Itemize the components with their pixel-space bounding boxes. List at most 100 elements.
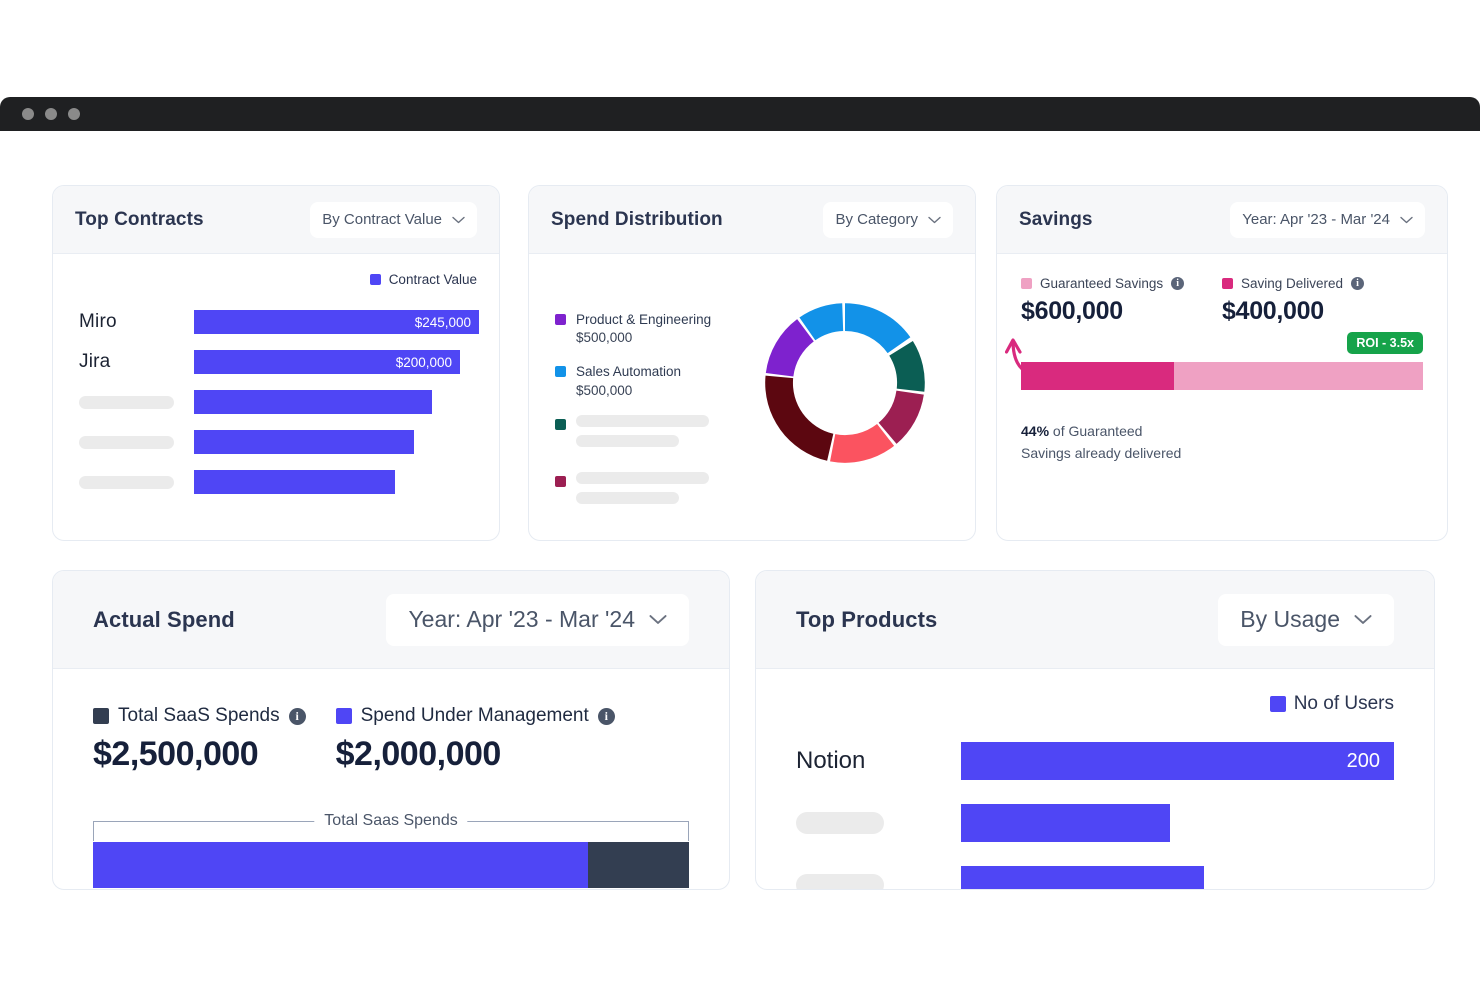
- top-contracts-filter-label: By Contract Value: [322, 211, 442, 228]
- donut-slice-3: [889, 341, 925, 392]
- actual-spend-title: Actual Spend: [93, 606, 235, 632]
- contract-bar: $245,000: [194, 310, 479, 334]
- product-bar: [961, 804, 1170, 842]
- table-row: [79, 429, 479, 455]
- top-products-filter-select[interactable]: By Usage: [1218, 593, 1394, 646]
- actual-spend-period-select[interactable]: Year: Apr '23 - Mar '24: [386, 593, 689, 646]
- savings-header: Savings Year: Apr '23 - Mar '24: [997, 186, 1447, 254]
- savings-body: Guaranteed Savings i $600,000 Saving Del…: [997, 254, 1447, 465]
- spend-distribution-filter-select[interactable]: By Category: [823, 201, 953, 238]
- legend-swatch-icon: [1222, 278, 1233, 289]
- actual-spend-body: Total SaaS Spends i $2,500,000 Spend Und…: [53, 669, 729, 888]
- chevron-down-icon: [452, 216, 465, 224]
- legend-swatch-icon: [1021, 278, 1032, 289]
- list-item: Sales Automation $500,000: [555, 362, 733, 398]
- list-item: [796, 803, 1394, 843]
- top-products-filter-label: By Usage: [1240, 606, 1340, 632]
- spend-distribution-card: Spend Distribution By Category Product &…: [528, 185, 976, 541]
- table-row: Jira $200,000: [79, 349, 479, 375]
- product-bar: 200: [961, 742, 1394, 780]
- info-icon[interactable]: i: [288, 707, 306, 725]
- chevron-down-icon: [928, 216, 941, 224]
- total-saas-spends-segment: [587, 842, 689, 888]
- contract-name: Jira: [79, 351, 111, 372]
- legend-swatch-icon: [93, 708, 109, 724]
- spend-under-management-label: Spend Under Management: [360, 705, 589, 726]
- top-contracts-legend-label: Contract Value: [388, 272, 477, 287]
- spend-distribution-title: Spend Distribution: [551, 208, 723, 230]
- category-amount: $500,000: [576, 382, 633, 398]
- app-screenshot: Top Contracts By Contract Value Contract…: [0, 0, 1480, 987]
- savings-card: Savings Year: Apr '23 - Mar '24 Guarante…: [996, 185, 1448, 541]
- callout-arrow-icon: [1005, 338, 1047, 377]
- legend-swatch-icon: [555, 418, 566, 430]
- table-row: Miro $245,000: [79, 309, 479, 335]
- list-item: [555, 471, 733, 512]
- top-contracts-title: Top Contracts: [75, 208, 204, 230]
- category-name: Sales Automation: [576, 364, 682, 380]
- contract-name-placeholder: [79, 395, 194, 409]
- donut-slice-6: [765, 375, 834, 461]
- savings-note-line2: Savings already delivered: [1021, 445, 1182, 462]
- close-dot-icon[interactable]: [22, 108, 34, 120]
- product-name-placeholder: [796, 874, 961, 889]
- top-contracts-filter-select[interactable]: By Contract Value: [310, 201, 477, 238]
- contract-bar: $200,000: [194, 350, 460, 374]
- chevron-down-icon: [1400, 216, 1413, 224]
- saving-delivered-label: Saving Delivered: [1241, 276, 1344, 291]
- traffic-lights: [22, 108, 80, 120]
- legend-swatch-icon: [369, 274, 381, 285]
- info-icon[interactable]: i: [1351, 277, 1365, 290]
- product-name-placeholder: [796, 812, 961, 834]
- spend-distribution-legend: Product & Engineering $500,000 Sales Aut…: [555, 280, 733, 529]
- roi-badge: ROI - 3.5x: [1347, 332, 1423, 354]
- actual-spend-header: Actual Spend Year: Apr '23 - Mar '24: [53, 571, 729, 669]
- total-saas-spends-value: $2,500,000: [93, 735, 259, 773]
- top-products-header: Top Products By Usage: [756, 571, 1434, 669]
- savings-progress-bar: [1021, 362, 1423, 390]
- category-name: Product & Engineering: [576, 312, 712, 327]
- saving-delivered-block: Saving Delivered i $400,000 ROI - 3.5x: [1222, 276, 1423, 354]
- table-row: [79, 389, 479, 415]
- info-icon[interactable]: i: [1171, 277, 1185, 290]
- product-name: Notion: [796, 747, 866, 774]
- contract-bar-value: $245,000: [414, 314, 471, 330]
- top-products-legend: No of Users: [796, 693, 1394, 715]
- spend-under-management-block: Spend Under Management i $2,000,000: [335, 705, 615, 774]
- top-products-body: No of Users Notion 200: [756, 669, 1434, 889]
- top-contracts-header: Top Contracts By Contract Value: [53, 186, 499, 254]
- spend-distribution-header: Spend Distribution By Category: [529, 186, 975, 254]
- guaranteed-savings-label: Guaranteed Savings: [1040, 276, 1164, 291]
- donut-slice-sales-automation: [845, 303, 911, 354]
- contract-bar: [194, 430, 414, 454]
- spend-under-management-value: $2,000,000: [335, 735, 502, 773]
- minimize-dot-icon[interactable]: [45, 108, 57, 120]
- bracket-label: Total Saas Spends: [314, 812, 468, 830]
- top-products-title: Top Products: [796, 606, 938, 632]
- donut-slice-5: [830, 424, 895, 463]
- browser-window-chrome: [0, 97, 1480, 131]
- savings-title: Savings: [1019, 208, 1093, 230]
- contract-bar: [194, 470, 395, 494]
- maximize-dot-icon[interactable]: [68, 108, 80, 120]
- saving-delivered-value: $400,000: [1222, 297, 1324, 325]
- actual-spend-period-label: Year: Apr '23 - Mar '24: [408, 606, 635, 632]
- list-item: [796, 865, 1394, 889]
- product-bar: [961, 866, 1204, 889]
- legend-swatch-icon: [555, 314, 566, 325]
- contract-name-placeholder: [79, 475, 194, 489]
- product-bar-value: 200: [1346, 749, 1380, 772]
- legend-swatch-icon: [1269, 696, 1286, 712]
- savings-period-select[interactable]: Year: Apr '23 - Mar '24: [1230, 201, 1425, 238]
- contract-name: Miro: [79, 311, 117, 332]
- info-icon[interactable]: i: [597, 707, 615, 725]
- actual-spend-stacked-bar: [93, 842, 689, 888]
- contract-bar: [194, 390, 432, 414]
- legend-swatch-icon: [555, 366, 566, 378]
- savings-guaranteed-segment: [1173, 362, 1423, 390]
- savings-note: 44% of Guaranteed Savings already delive…: [1021, 420, 1423, 465]
- spend-under-management-segment: [93, 842, 588, 888]
- top-contracts-card: Top Contracts By Contract Value Contract…: [52, 185, 500, 541]
- chevron-down-icon: [649, 614, 667, 625]
- top-contracts-legend: Contract Value: [79, 272, 479, 287]
